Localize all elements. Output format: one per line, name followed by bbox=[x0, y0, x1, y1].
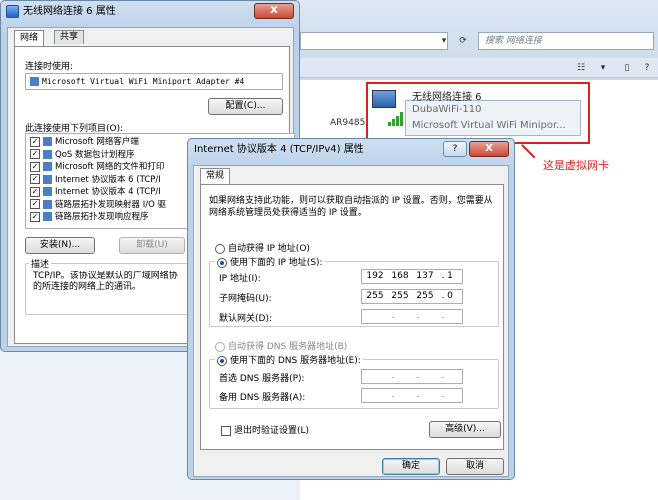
wifi-adapter-name: 无线网络连接 6 bbox=[412, 92, 482, 103]
list-item-label: QoS 数据包计划程序 bbox=[55, 149, 135, 160]
use-ip-option[interactable]: 使用下面的 IP 地址(S): bbox=[215, 255, 325, 268]
checkbox-icon[interactable]: ✓ bbox=[30, 199, 40, 209]
description-text: TCP/IP。该协议是默认的广域网络协 的所连接的网络上的通讯。 bbox=[33, 271, 178, 292]
alternate-dns-field[interactable]: ... bbox=[361, 388, 463, 403]
list-item-label: Microsoft 网络的文件和打印 bbox=[55, 162, 165, 172]
gateway-label: 默认网关(D): bbox=[219, 314, 272, 324]
radio-selected-icon[interactable] bbox=[217, 257, 227, 268]
subnet-mask-label: 子网掩码(U): bbox=[219, 294, 272, 304]
adapter-field: Microsoft Virtual WiFi Miniport Adapter … bbox=[25, 73, 283, 90]
auto-dns-option: 自动获得 DNS 服务器地址(B) bbox=[215, 339, 347, 352]
tab-sharing[interactable]: 共享 bbox=[54, 30, 85, 44]
list-item-label: Internet 协议版本 6 (TCP/I bbox=[55, 174, 161, 185]
checkbox-icon[interactable]: ✓ bbox=[30, 174, 40, 184]
mask-octet: 0 bbox=[447, 291, 453, 301]
validate-label: 退出时验证设置(L) bbox=[234, 426, 310, 436]
dropdown-arrow-icon[interactable]: ▾ bbox=[437, 34, 451, 48]
network-icon bbox=[6, 5, 19, 18]
annotation-text: 这是虚拟网卡 bbox=[543, 159, 609, 172]
protocol-icon bbox=[43, 174, 52, 184]
adapter-icon bbox=[30, 77, 39, 86]
alternate-dns-label: 备用 DNS 服务器(A): bbox=[219, 393, 306, 403]
preferred-dns-label: 首选 DNS 服务器(P): bbox=[219, 374, 305, 384]
ipv4-window: Internet 协议版本 4 (TCP/IPv4) 属性 ? X 常规 如果网… bbox=[187, 138, 515, 480]
advanced-button[interactable]: 高级(V)... bbox=[429, 421, 501, 438]
list-item-label: Microsoft 网络客户端 bbox=[55, 137, 139, 147]
adapter-name: Microsoft Virtual WiFi Miniport Adapter … bbox=[42, 77, 245, 86]
list-item-label: 链路层拓扑发现映射器 I/O 驱 bbox=[55, 199, 166, 210]
help-button[interactable]: ? bbox=[443, 141, 467, 157]
address-bar[interactable] bbox=[300, 32, 448, 50]
close-button[interactable]: X bbox=[469, 141, 509, 157]
radio-selected-icon[interactable] bbox=[217, 355, 227, 366]
checkbox-icon[interactable] bbox=[221, 425, 231, 436]
configure-button[interactable]: 配置(C)... bbox=[208, 98, 283, 115]
checkbox-icon[interactable]: ✓ bbox=[30, 136, 40, 147]
protocol-icon bbox=[43, 212, 52, 221]
auto-ip-option[interactable]: 自动获得 IP 地址(O) bbox=[215, 241, 310, 254]
wifi-device: Microsoft Virtual WiFi Minipor... bbox=[412, 120, 566, 131]
general-tab-pane: 如果网络支持此功能，则可以获取自动指派的 IP 设置。否则，您需要从网络系统管理… bbox=[200, 184, 504, 450]
client-icon bbox=[43, 137, 52, 146]
cancel-button[interactable]: 取消 bbox=[446, 458, 504, 475]
use-ip-label: 使用下面的 IP 地址(S): bbox=[230, 258, 323, 268]
gateway-field[interactable]: ... bbox=[361, 309, 463, 324]
service-icon bbox=[43, 162, 52, 171]
list-item-label: 链路层拓扑发现响应程序 bbox=[55, 212, 149, 222]
auto-dns-label: 自动获得 DNS 服务器地址(B) bbox=[228, 342, 348, 352]
ipv4-body: 常规 如果网络支持此功能，则可以获取自动指派的 IP 设置。否则，您需要从网络系… bbox=[193, 165, 509, 477]
radio-icon[interactable] bbox=[215, 243, 225, 254]
intro-text: 如果网络支持此功能，则可以获取自动指派的 IP 设置。否则，您需要从网络系统管理… bbox=[209, 196, 493, 218]
connect-using-label: 连接时使用: bbox=[25, 62, 74, 72]
tab-general[interactable]: 常规 bbox=[200, 168, 231, 184]
ipv4-titlebar: Internet 协议版本 4 (TCP/IPv4) 属性 ? X bbox=[188, 139, 514, 161]
validate-option[interactable]: 退出时验证设置(L) bbox=[221, 423, 309, 436]
description-label: 描述 bbox=[29, 257, 52, 270]
checkbox-icon[interactable]: ✓ bbox=[30, 161, 40, 172]
ip-address-label: IP 地址(I): bbox=[219, 274, 261, 284]
properties-title: 无线网络连接 6 属性 bbox=[23, 6, 116, 17]
protocol-icon bbox=[43, 199, 52, 209]
protocol-icon bbox=[43, 187, 52, 196]
ip-address-field[interactable]: 192. 168. 137. 1 bbox=[361, 269, 463, 284]
subnet-mask-field[interactable]: 255. 255. 255. 0 bbox=[361, 289, 463, 304]
use-dns-option[interactable]: 使用下面的 DNS 服务器地址(E): bbox=[215, 353, 363, 366]
ok-button[interactable]: 确定 bbox=[382, 458, 440, 475]
ipv4-title: Internet 协议版本 4 (TCP/IPv4) 属性 bbox=[194, 144, 364, 155]
checkbox-icon[interactable]: ✓ bbox=[30, 149, 40, 159]
checkbox-icon[interactable]: ✓ bbox=[30, 211, 40, 222]
install-button[interactable]: 安装(N)... bbox=[25, 237, 95, 254]
wifi-ssid: DubaWiFi-110 bbox=[412, 104, 482, 115]
preview-pane-icon[interactable]: ▯ bbox=[620, 61, 634, 75]
tab-network[interactable]: 网络 bbox=[14, 30, 45, 46]
preferred-dns-field[interactable]: ... bbox=[361, 369, 463, 384]
close-button[interactable]: X bbox=[254, 3, 294, 19]
chevron-down-icon[interactable]: ▾ bbox=[596, 61, 610, 75]
service-icon bbox=[43, 149, 52, 159]
uninstall-button: 卸载(U) bbox=[119, 237, 185, 254]
search-input[interactable]: 搜索 网络连接 bbox=[478, 32, 654, 50]
checkbox-icon[interactable]: ✓ bbox=[30, 186, 40, 197]
list-item-label: Internet 协议版本 4 (TCP/I bbox=[55, 187, 161, 197]
refresh-icon[interactable]: ⟳ bbox=[456, 34, 470, 48]
wifi-signal-icon bbox=[388, 110, 406, 126]
properties-titlebar: 无线网络连接 6 属性 X bbox=[1, 1, 299, 23]
use-dns-label: 使用下面的 DNS 服务器地址(E): bbox=[230, 356, 361, 366]
help-icon[interactable]: ? bbox=[640, 61, 654, 75]
radio-disabled-icon bbox=[215, 341, 225, 352]
auto-ip-label: 自动获得 IP 地址(O) bbox=[228, 244, 310, 254]
ip-octet: 1 bbox=[447, 271, 453, 281]
view-options-icon[interactable]: ☷ bbox=[574, 61, 588, 75]
network-adapter-icon bbox=[372, 90, 396, 108]
